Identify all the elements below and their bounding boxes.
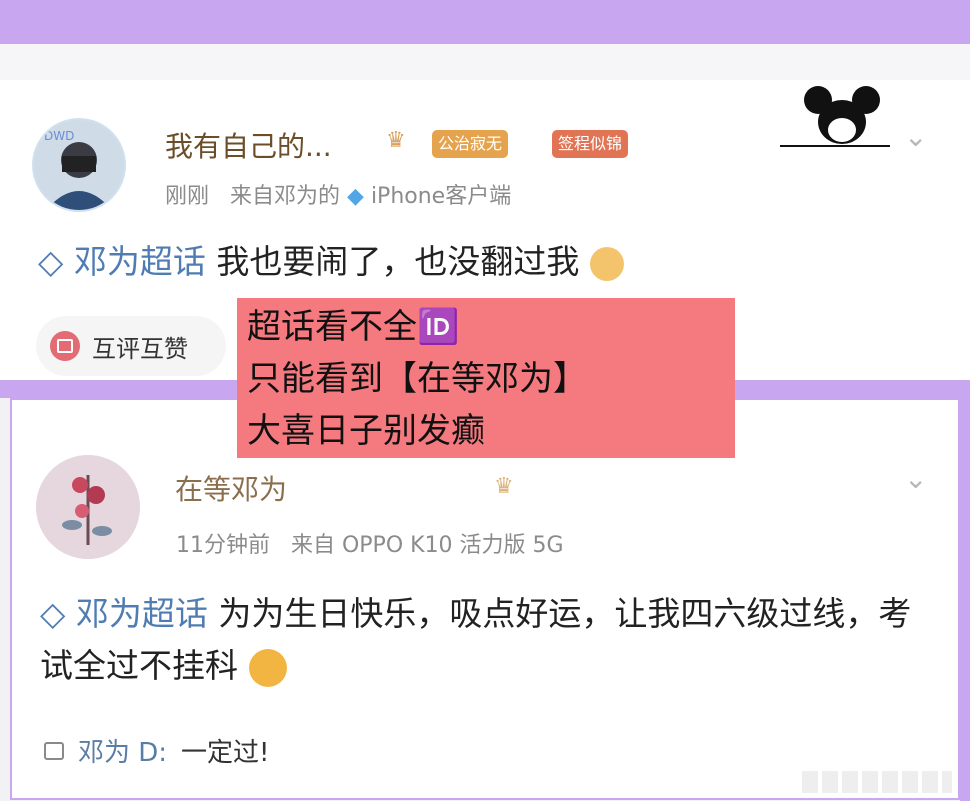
chevron-down-icon-2[interactable]: ⌄ xyxy=(904,462,927,495)
topic-link-1[interactable]: ◇ 邓为超话 xyxy=(38,242,216,281)
topic-icon-2: ◇ xyxy=(40,594,66,633)
gap-band xyxy=(0,44,970,80)
overlay-line-1: 超话看不全🆔 xyxy=(247,307,460,347)
avatar-image: DWD xyxy=(34,120,124,210)
comment-user: 邓为 D: xyxy=(78,738,168,768)
comment-preview[interactable]: 邓为 D: 一定过! xyxy=(44,732,269,769)
mutual-icon xyxy=(50,331,80,361)
sign-badge[interactable]: 签程似锦 xyxy=(552,130,629,158)
avatar-image-2 xyxy=(36,455,140,559)
side-strip xyxy=(960,398,970,801)
mutual-like-button[interactable]: 互评互赞 xyxy=(36,316,226,376)
diamond-icon: ◆ xyxy=(347,184,364,209)
comment-icon xyxy=(44,741,64,760)
fans-badge[interactable]: 公治寂无 xyxy=(432,130,509,158)
post-source-2: 来自 OPPO K10 活力版 5G xyxy=(290,533,564,558)
post-source-prefix-1: 来自邓为的 xyxy=(230,184,341,209)
overlay-line-2: 只能看到【在等邓为】 xyxy=(247,359,587,399)
avatar-user-2[interactable] xyxy=(36,455,140,559)
username-1[interactable]: 我有自己的... xyxy=(165,125,332,165)
comment-text: 一定过! xyxy=(181,738,270,768)
avatar-user-1[interactable]: DWD xyxy=(32,118,126,212)
post-content-1: ◇ 邓为超话 我也要闹了，也没翻过我 xyxy=(38,236,624,288)
overlay-line-3: 大喜日子别发癫 xyxy=(247,411,485,451)
post-text-1: 我也要闹了，也没翻过我 xyxy=(216,242,580,281)
topic-label-1: 邓为超话 xyxy=(73,242,206,281)
post-time-2: 11分钟前 xyxy=(176,533,270,558)
crown-icon: ♛ xyxy=(386,128,406,153)
mutual-like-label: 互评互赞 xyxy=(92,334,188,363)
sign-badge-label: 签程似锦 xyxy=(558,134,623,153)
chevron-down-icon[interactable]: ⌄ xyxy=(904,120,927,153)
topic-label-2: 邓为超话 xyxy=(75,594,208,633)
watermark xyxy=(802,771,952,793)
laughing-emoji-icon xyxy=(248,648,287,687)
post-meta-1: 刚刚 来自邓为的 ◆ iPhone客户端 xyxy=(165,178,511,210)
post-meta-2: 11分钟前 来自 OPPO K10 活力版 5G xyxy=(176,527,564,559)
fans-badge-label: 公治寂无 xyxy=(438,134,503,153)
emoji-face-icon xyxy=(589,246,624,281)
top-band xyxy=(0,0,970,44)
overlay-annotation: 超话看不全🆔 只能看到【在等邓为】 大喜日子别发癫 xyxy=(237,298,735,458)
mickey-decoration xyxy=(780,86,890,147)
post-time-1: 刚刚 xyxy=(165,184,210,209)
crown-icon-2: ♛ xyxy=(494,474,514,499)
post-source-device-1: iPhone客户端 xyxy=(370,184,512,209)
post-content-2: ◇ 邓为超话 为为生日快乐，吸点好运，让我四六级过线，考试全过不挂科 xyxy=(40,588,920,692)
topic-link-2[interactable]: ◇ 邓为超话 xyxy=(40,594,218,633)
svg-text:DWD: DWD xyxy=(44,129,74,143)
username-2[interactable]: 在等邓为 xyxy=(175,468,287,508)
topic-icon: ◇ xyxy=(38,242,64,281)
